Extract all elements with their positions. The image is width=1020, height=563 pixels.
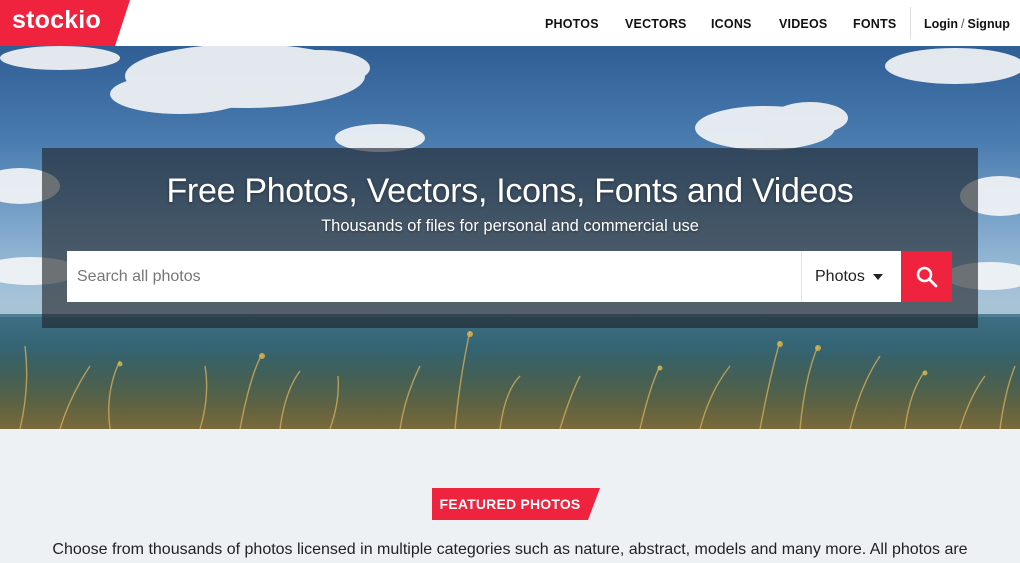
nav-icons[interactable]: ICONS (711, 0, 752, 46)
auth-separator: / (961, 17, 965, 31)
search-input[interactable] (67, 251, 802, 302)
logo-text: stockio (12, 6, 101, 34)
auth-links: Login / Signup (924, 0, 1010, 46)
search-category-label: Photos (815, 268, 865, 285)
hero-title: Free Photos, Vectors, Icons, Fonts and V… (166, 172, 854, 210)
login-link[interactable]: Login (924, 17, 958, 31)
featured-photos-badge: FEATURED PHOTOS (432, 488, 600, 520)
nav-photos[interactable]: PHOTOS (545, 0, 599, 46)
search-button[interactable] (901, 251, 952, 302)
nav-fonts[interactable]: FONTS (853, 0, 896, 46)
signup-link[interactable]: Signup (968, 17, 1010, 31)
featured-photos-label: FEATURED PHOTOS (439, 496, 581, 512)
featured-intro-text: Choose from thousands of photos licensed… (52, 541, 968, 558)
site-header: stockio PHOTOS VECTORS ICONS VIDEOS FONT… (0, 0, 1020, 46)
caret-down-icon (873, 274, 883, 280)
nav-divider (910, 7, 911, 39)
search-icon (916, 266, 938, 288)
nav-videos[interactable]: VIDEOS (779, 0, 827, 46)
search-category-dropdown[interactable]: Photos (801, 251, 901, 302)
hero-subtitle: Thousands of files for personal and comm… (321, 217, 699, 235)
hero-section: Free Photos, Vectors, Icons, Fonts and V… (0, 46, 1020, 429)
stockio-logo[interactable]: stockio (0, 0, 130, 46)
nav-vectors[interactable]: VECTORS (625, 0, 687, 46)
